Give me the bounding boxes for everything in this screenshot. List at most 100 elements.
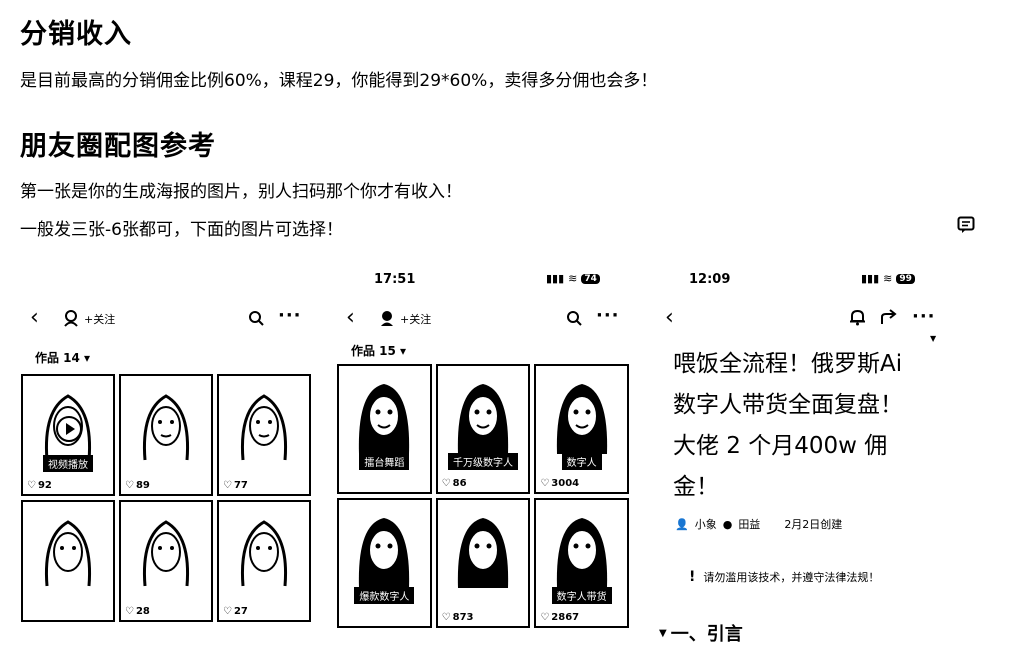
status-icons: ▮▮▮ ≋ 99 <box>861 272 915 285</box>
like-count: ♡ 89 <box>125 480 150 491</box>
work-thumbnail[interactable]: ♡ 77 <box>217 374 311 496</box>
work-thumbnail[interactable]: 爆款数字人 <box>337 498 432 628</box>
section-heading[interactable]: ▼ 一、引言 <box>659 620 743 646</box>
works-count[interactable]: 作品 14 ▾ <box>35 349 90 366</box>
article-actions: ··· <box>849 306 936 327</box>
work-thumbnail[interactable]: ♡ 873 <box>435 498 531 628</box>
heart-icon: ♡ <box>125 606 134 617</box>
play-icon[interactable] <box>56 416 82 442</box>
like-count: ♡ 3004 <box>540 478 579 489</box>
works-grid: 擂台舞蹈 千万级数字人 ♡ 86 数字人 ♡ 3004 爆款数字人 ♡ 873 数字人… <box>337 364 629 628</box>
portrait-image <box>556 518 607 588</box>
like-count: ♡ 28 <box>125 606 150 617</box>
heart-icon: ♡ <box>540 612 550 623</box>
work-thumbnail[interactable]: 数字人 ♡ 3004 <box>534 364 629 494</box>
dropdown-arrow-icon[interactable]: ▼ <box>930 334 936 343</box>
share-icon[interactable] <box>880 308 898 326</box>
status-time: 12:09 <box>689 272 731 287</box>
heart-icon: ♡ <box>441 478 451 489</box>
works-count[interactable]: 作品 15 ▾ <box>351 342 406 359</box>
moments-line-1: 第一张是你的生成海报的图片，别人扫码那个你才有收入！ <box>20 182 462 202</box>
screenshot-profile-1: ‹ +关注 ··· 作品 14 ▾ 视频播放 ♡ 92 ♡ 89 ♡ 77 ♡ … <box>18 262 314 652</box>
thumbnail-caption: 爆款数字人 <box>354 587 415 604</box>
heart-icon: ♡ <box>223 480 232 491</box>
chevron-left-icon[interactable]: ‹ <box>30 306 39 330</box>
portrait-image <box>240 394 288 461</box>
work-thumbnail[interactable]: ♡ 89 <box>119 374 213 496</box>
work-thumbnail[interactable]: ♡ 28 <box>119 500 213 622</box>
profile-nav-bar: ‹ +关注 ··· <box>334 306 632 332</box>
like-count-value: 873 <box>452 612 474 623</box>
collapse-toggle-icon[interactable]: ▼ <box>659 628 667 639</box>
portrait-image <box>240 520 288 587</box>
search-icon[interactable] <box>566 310 583 327</box>
search-icon[interactable] <box>248 310 265 327</box>
like-count-value: 89 <box>135 480 150 491</box>
more-icon[interactable]: ··· <box>596 306 620 326</box>
like-count-value: 28 <box>135 606 150 617</box>
battery-icon: 99 <box>896 273 915 284</box>
portrait-image <box>142 520 190 587</box>
portrait-image <box>44 520 92 587</box>
follow-button[interactable]: +关注 <box>84 311 115 327</box>
warning-callout: ! 请勿滥用该技术，并遵守法律法规！ <box>689 569 879 585</box>
heart-icon: ♡ <box>223 606 232 617</box>
more-icon[interactable]: ··· <box>912 306 936 327</box>
like-count: ♡ 873 <box>442 612 474 623</box>
section-heading-text: 一、引言 <box>670 624 743 645</box>
author-avatar-icon: 👤 <box>675 517 689 531</box>
works-grid: 视频播放 ♡ 92 ♡ 89 ♡ 77 ♡ 28 ♡ 27 <box>21 374 311 622</box>
work-thumbnail[interactable]: 视频播放 ♡ 92 <box>21 374 115 496</box>
comment-icon[interactable] <box>957 216 975 234</box>
moments-line-2: 一般发三张-6张都可，下面的图片可选择！ <box>20 220 343 240</box>
thumbnail-caption: 千万级数字人 <box>447 453 518 470</box>
section-heading-income: 分销收入 <box>20 19 132 50</box>
status-time: 17:51 <box>374 272 416 287</box>
chevron-left-icon[interactable]: ‹ <box>665 306 674 330</box>
like-count: ♡ 77 <box>223 480 248 491</box>
like-count-value: 86 <box>452 478 467 489</box>
more-icon[interactable]: ··· <box>278 306 302 326</box>
wifi-icon: ≋ <box>883 272 893 285</box>
like-count: ♡ 27 <box>223 606 248 617</box>
heart-icon: ♡ <box>441 612 451 623</box>
thumbnail-caption: 数字人带货 <box>551 587 612 604</box>
like-count-value: 27 <box>233 606 248 617</box>
avatar-icon <box>64 310 78 327</box>
income-description: 是目前最高的分销佣金比例60%，课程29，你能得到29*60%，卖得多分佣也会多… <box>20 71 658 91</box>
work-thumbnail[interactable]: ♡ 27 <box>217 500 311 622</box>
author-name[interactable]: 小象 <box>695 516 717 532</box>
follow-button[interactable]: +关注 <box>400 311 431 327</box>
portrait-image <box>142 394 190 461</box>
signal-icon: ▮▮▮ <box>546 272 565 285</box>
signal-icon: ▮▮▮ <box>861 272 880 285</box>
author-avatar-icon: ● <box>722 517 733 531</box>
heart-icon: ♡ <box>27 480 36 491</box>
warning-text: 请勿滥用该技术，并遵守法律法规！ <box>703 571 880 584</box>
author-name[interactable]: 田益 <box>738 516 760 532</box>
bell-icon[interactable] <box>849 308 866 326</box>
like-count-value: 92 <box>37 480 52 491</box>
portrait-image <box>457 518 509 588</box>
portrait-image <box>359 518 410 588</box>
chevron-left-icon[interactable]: ‹ <box>346 306 355 330</box>
profile-nav-bar: ‹ +关注 ··· <box>18 306 314 332</box>
heart-icon: ♡ <box>540 478 550 489</box>
article-title: 喂饭全流程！俄罗斯Ai 数字人带货全面复盘！大佬 2 个月400w 佣金！ <box>673 351 903 500</box>
screenshot-article: 12:09 ▮▮▮ ≋ 99 ‹ ··· ▼ 喂饭全流程！俄罗斯Ai 数字人带货… <box>655 262 945 652</box>
like-count-value: 2867 <box>551 612 580 623</box>
work-thumbnail[interactable]: 擂台舞蹈 <box>337 364 432 494</box>
portrait-image <box>359 384 410 454</box>
thumbnail-caption: 视频播放 <box>43 455 93 472</box>
work-thumbnail[interactable]: 千万级数字人 ♡ 86 <box>435 364 531 494</box>
status-icons: ▮▮▮ ≋ 74 <box>546 272 600 285</box>
thumbnail-caption: 擂台舞蹈 <box>359 453 410 470</box>
heart-icon: ♡ <box>125 480 134 491</box>
section-heading-moments: 朋友圈配图参考 <box>20 131 216 162</box>
like-count: ♡ 86 <box>442 478 467 489</box>
article-date: 2月2日创建 <box>784 518 843 531</box>
work-thumbnail[interactable]: 数字人带货 ♡ 2867 <box>534 498 629 628</box>
work-thumbnail[interactable] <box>21 500 115 622</box>
battery-icon: 74 <box>581 273 600 284</box>
thumbnail-caption: 数字人 <box>561 453 602 470</box>
